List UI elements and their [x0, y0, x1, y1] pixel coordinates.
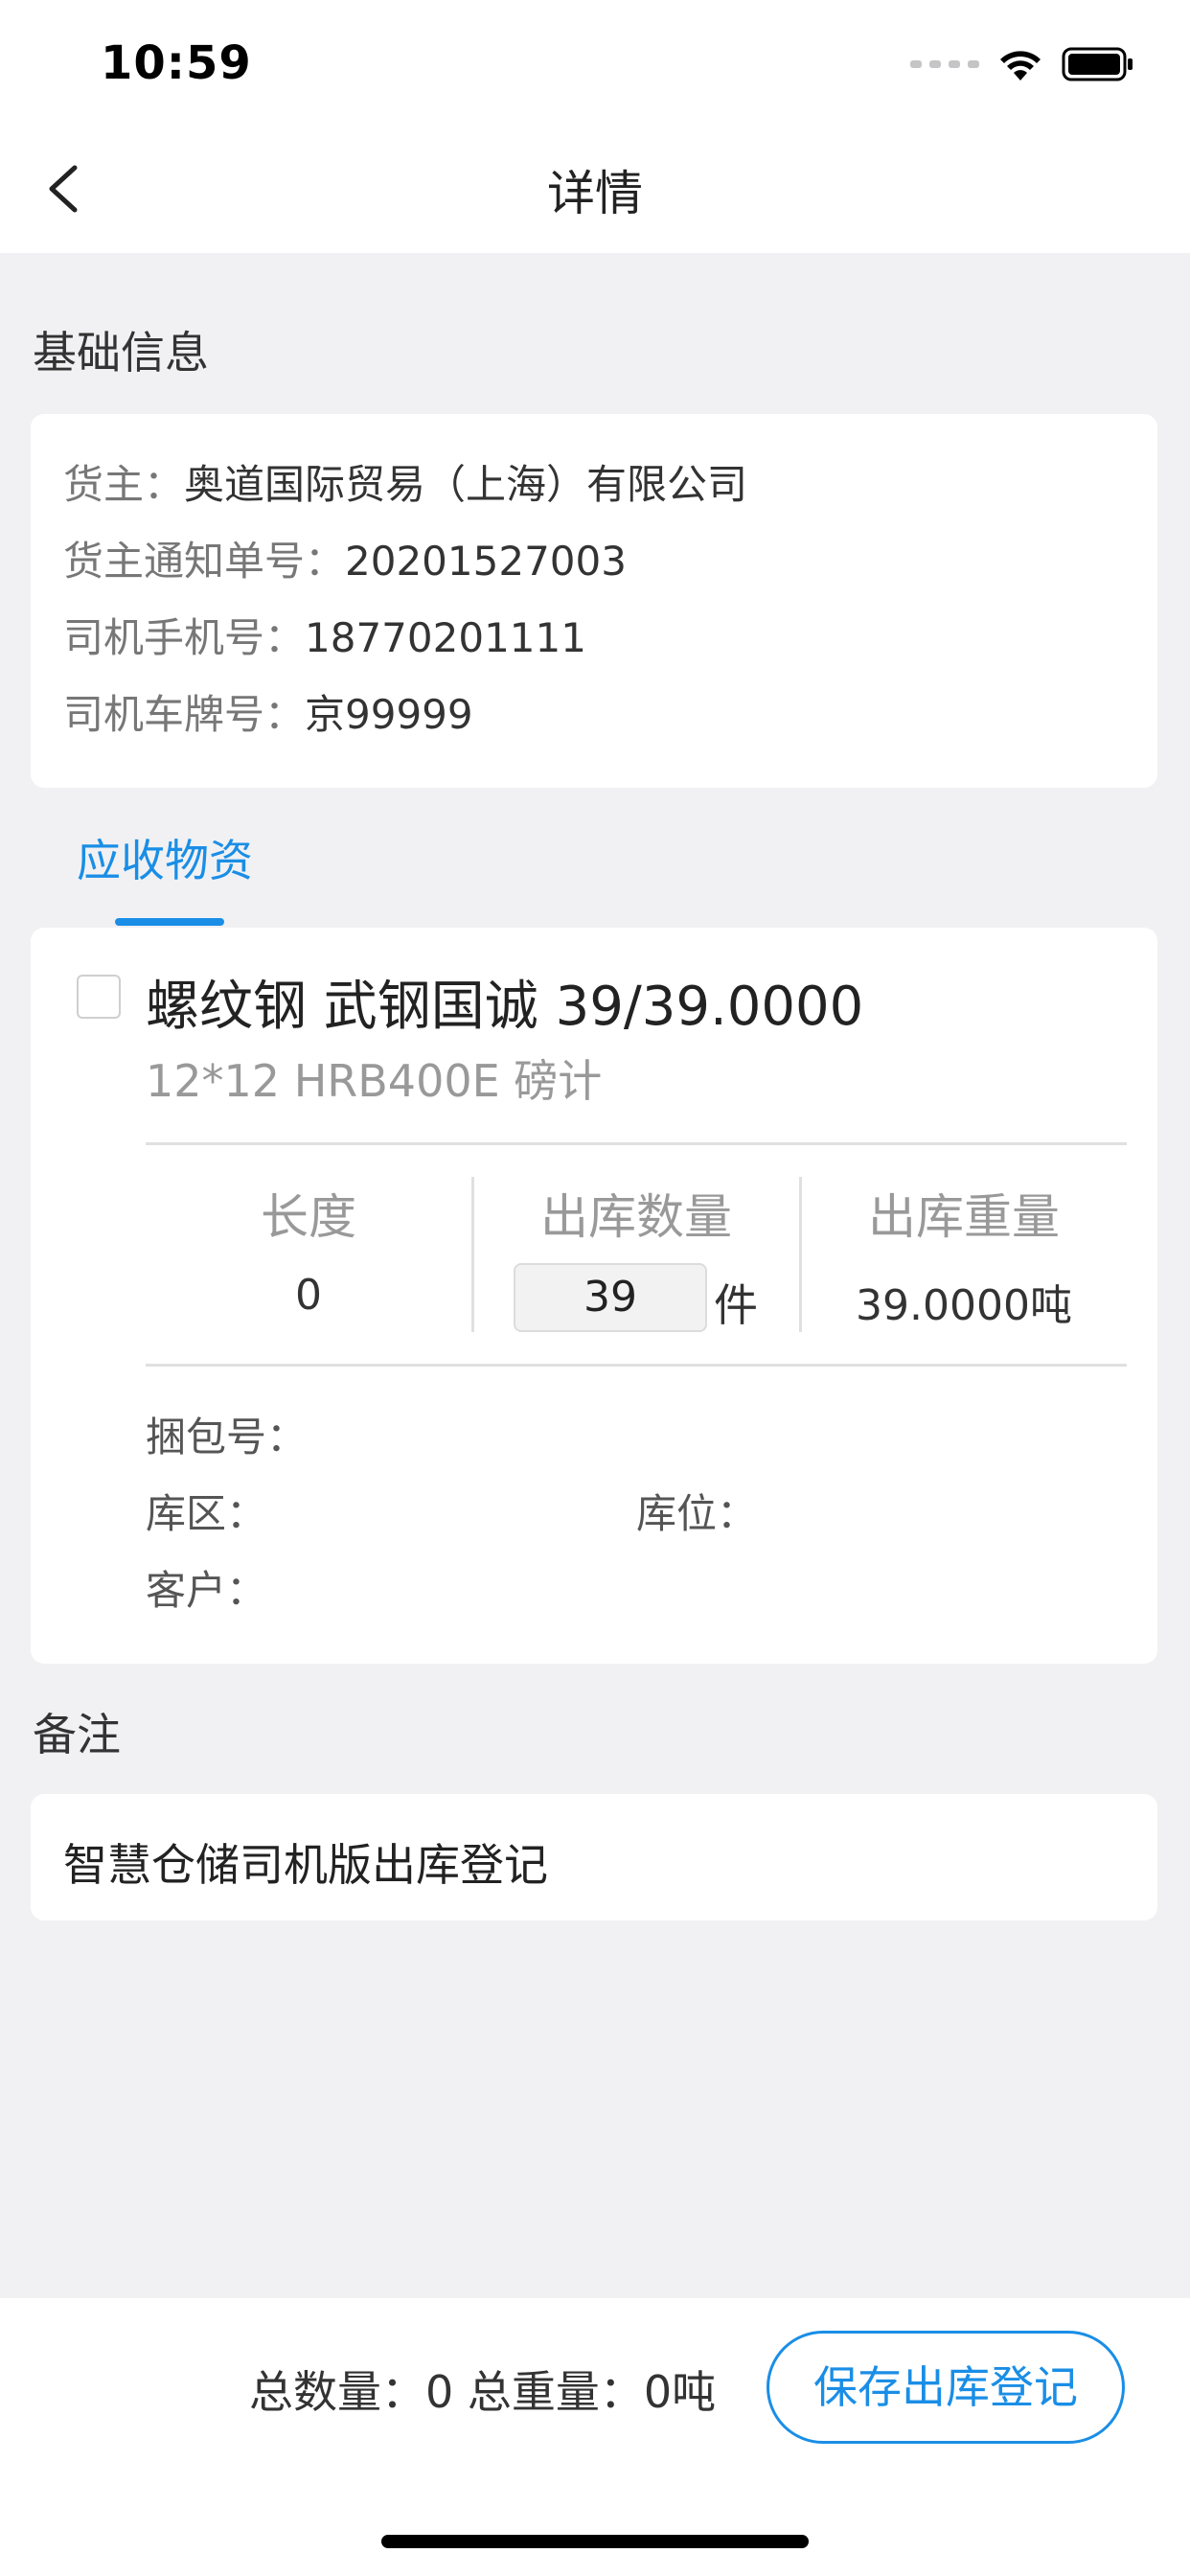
remark-card[interactable]: 智慧仓储司机版出库登记 [31, 1794, 1157, 1920]
weight-value: 39.0000吨 [856, 1281, 1072, 1330]
wifi-icon [1000, 51, 1041, 80]
cellular-signal-icon [910, 60, 979, 68]
driver-phone-value: 18770201111 [305, 614, 586, 661]
basic-info-heading: 基础信息 [33, 327, 209, 379]
length-label: 长度 [261, 1189, 356, 1245]
remark-text[interactable]: 智慧仓储司机版出库登记 [63, 1830, 548, 1894]
bundle-no-label: 捆包号： [146, 1414, 308, 1460]
owner-value: 奥道国际贸易（上海）有限公司 [184, 461, 748, 508]
item-checkbox[interactable] [77, 975, 121, 1019]
status-icons [910, 40, 1134, 88]
customer-label: 客户： [146, 1567, 267, 1614]
divider [146, 1364, 1127, 1367]
owner-row: 货主：奥道国际贸易（上海）有限公司 [63, 452, 747, 511]
tab-underline [115, 918, 224, 926]
save-outbound-button[interactable]: 保存出库登记 [767, 2331, 1125, 2444]
quantity-column: 出库数量 [473, 1179, 799, 1248]
page-title: 详情 [547, 166, 643, 221]
warehouse-location-label: 库位： [636, 1490, 758, 1537]
product-title: 螺纹钢 武钢国诚 39/39.0000 [146, 976, 864, 1038]
warehouse-area-label: 库区： [146, 1490, 267, 1537]
notice-no-value: 20201527003 [345, 538, 627, 585]
quantity-input[interactable]: 39 [514, 1263, 707, 1332]
owner-label: 货主： [63, 461, 185, 508]
divider [146, 1142, 1127, 1145]
plate-label: 司机车牌号： [63, 691, 306, 738]
driver-phone-row: 司机手机号：18770201111 [63, 606, 586, 664]
driver-phone-label: 司机手机号： [63, 614, 306, 661]
quantity-unit: 件 [714, 1279, 758, 1331]
notice-no-label: 货主通知单号： [63, 538, 346, 585]
notice-no-row: 货主通知单号：20201527003 [63, 529, 627, 587]
back-icon[interactable] [38, 160, 96, 218]
status-time: 10:59 [101, 36, 252, 90]
plate-row: 司机车牌号：京99999 [63, 682, 473, 741]
total-summary: 总数量：0 总重量：0吨 [249, 2366, 717, 2418]
tab-receivable-goods[interactable]: 应收物资 [77, 826, 253, 889]
length-column: 长度 0 [146, 1179, 471, 1320]
remark-heading: 备注 [33, 1709, 121, 1760]
battery-icon [1062, 47, 1133, 81]
status-bar: 10:59 [0, 0, 1190, 126]
quantity-label: 出库数量 [540, 1189, 732, 1245]
product-spec: 12*12 HRB400E 磅计 [146, 1055, 603, 1107]
weight-column: 出库重量 39.0000吨 [801, 1179, 1127, 1332]
length-value: 0 [295, 1271, 322, 1320]
plate-value: 京99999 [305, 691, 473, 738]
nav-bar: 详情 [0, 126, 1190, 253]
weight-label: 出库重量 [868, 1189, 1060, 1245]
home-indicator [381, 2535, 809, 2548]
basic-info-card: 货主：奥道国际贸易（上海）有限公司 货主通知单号：20201527003 司机手… [31, 414, 1157, 788]
